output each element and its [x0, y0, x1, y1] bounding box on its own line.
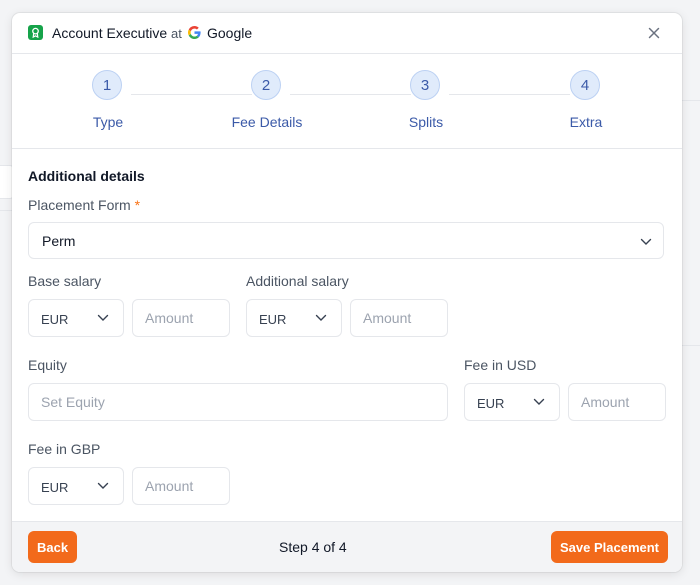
placement-form-value: Perm — [42, 233, 76, 249]
placement-form-select[interactable]: Perm — [28, 222, 664, 259]
fee-gbp-label: Fee in GBP — [28, 441, 101, 457]
chevron-down-icon — [640, 238, 652, 245]
step-3-circle[interactable]: 3 — [410, 70, 440, 100]
placement-form-label-text: Placement Form — [28, 197, 131, 213]
fee-gbp-amount-input[interactable] — [132, 467, 230, 505]
placement-form-label: Placement Form * — [28, 197, 140, 213]
step-4-label: Extra — [569, 114, 603, 130]
base-salary-amount-input[interactable] — [132, 299, 230, 337]
award-icon — [28, 25, 43, 40]
modal-header: Account Executive at Google — [12, 13, 682, 54]
placement-modal: Account Executive at Google 1 2 3 4 Type… — [12, 13, 682, 572]
save-placement-button[interactable]: Save Placement — [551, 531, 669, 563]
step-4-circle[interactable]: 4 — [570, 70, 600, 100]
step-1-label: Type — [92, 114, 124, 130]
background-divider — [0, 210, 12, 211]
stepper: 1 2 3 4 Type Fee Details Splits Extra — [12, 54, 682, 149]
additional-salary-label: Additional salary — [246, 273, 349, 289]
title-at: at — [171, 26, 182, 41]
equity-input[interactable] — [28, 383, 448, 421]
additional-salary-amount-input[interactable] — [350, 299, 448, 337]
google-logo-icon — [188, 26, 201, 39]
step-1-circle[interactable]: 1 — [92, 70, 122, 100]
background-divider — [680, 100, 700, 101]
fee-usd-currency-select[interactable]: EUR — [464, 383, 560, 421]
section-title: Additional details — [28, 168, 145, 184]
fee-usd-amount-input[interactable] — [568, 383, 666, 421]
equity-label: Equity — [28, 357, 67, 373]
modal-footer: Back Step 4 of 4 Save Placement — [12, 521, 682, 572]
chevron-down-icon — [97, 482, 109, 489]
back-button[interactable]: Back — [28, 531, 78, 563]
chevron-down-icon — [533, 398, 545, 405]
currency-value: EUR — [41, 480, 69, 495]
currency-value: EUR — [477, 396, 505, 411]
currency-value: EUR — [259, 312, 287, 327]
step-2-label: Fee Details — [231, 114, 303, 130]
chevron-down-icon — [97, 314, 109, 321]
fee-usd-label: Fee in USD — [464, 357, 537, 373]
step-connector — [290, 94, 411, 95]
background-divider — [680, 345, 700, 346]
base-salary-label: Base salary — [28, 273, 102, 289]
currency-value: EUR — [41, 312, 69, 327]
close-icon[interactable] — [646, 25, 662, 41]
chevron-down-icon — [315, 314, 327, 321]
job-title: Account Executive — [52, 25, 168, 41]
step-indicator: Step 4 of 4 — [279, 539, 347, 555]
step-3-label: Splits — [408, 114, 444, 130]
step-connector — [131, 94, 252, 95]
company-name: Google — [207, 25, 253, 41]
step-connector — [449, 94, 570, 95]
step-2-circle[interactable]: 2 — [251, 70, 281, 100]
additional-salary-currency-select[interactable]: EUR — [246, 299, 342, 337]
fee-gbp-currency-select[interactable]: EUR — [28, 467, 124, 505]
base-salary-currency-select[interactable]: EUR — [28, 299, 124, 337]
required-asterisk: * — [134, 197, 141, 213]
